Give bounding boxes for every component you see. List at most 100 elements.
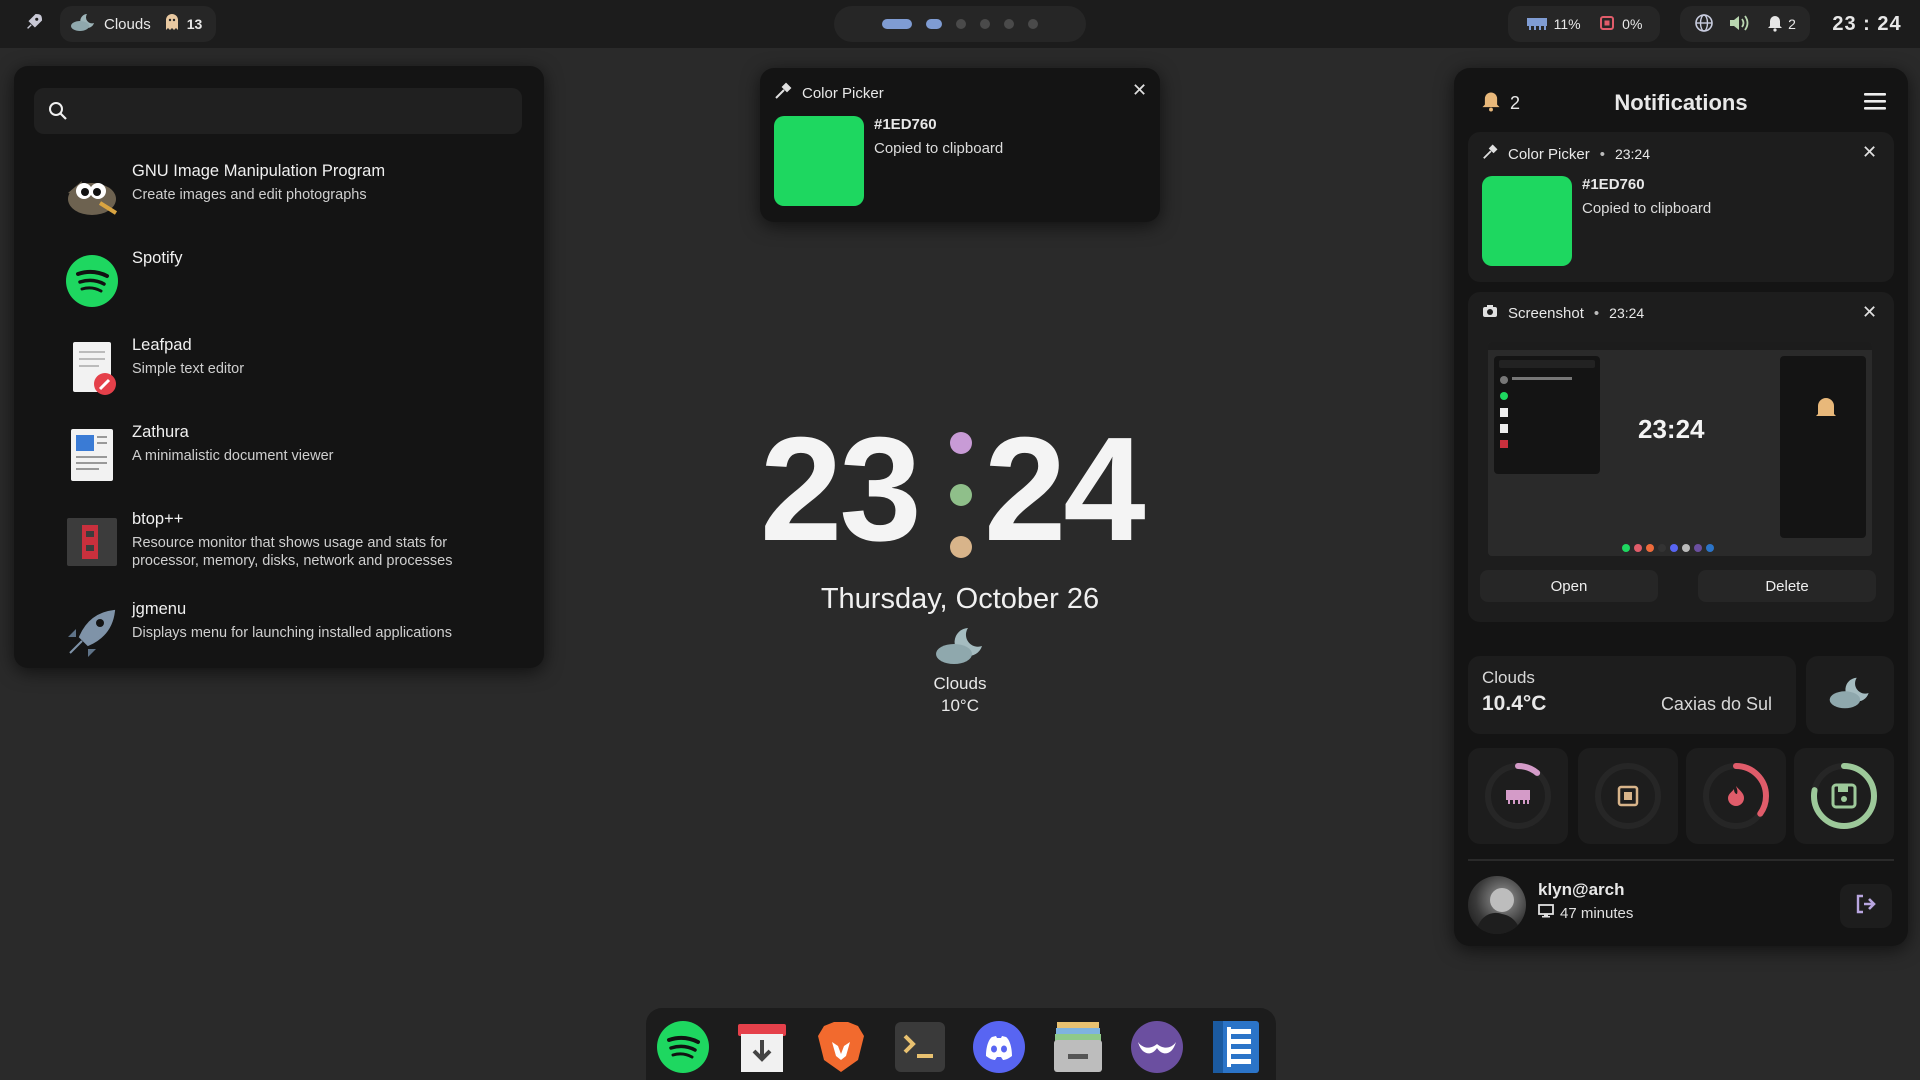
menu-icon[interactable] (1864, 92, 1886, 115)
color-swatch (774, 116, 864, 206)
text-editor-icon[interactable] (1209, 1020, 1263, 1074)
color-picker-popup: Color Picker ✕ #1ED760 Copied to clipboa… (760, 68, 1160, 222)
app-name: Spotify (132, 249, 183, 267)
card-header: Color Picker • 23:24 (1482, 144, 1650, 164)
app-description: Resource monitor that shows usage and st… (132, 535, 453, 569)
desktop-weather-condition: Clouds (933, 674, 987, 693)
files-icon[interactable] (1051, 1020, 1105, 1074)
weather-card[interactable]: Clouds 10.4°C Caxias do Sul (1468, 656, 1796, 734)
system-stats: 11% 0% (1508, 6, 1660, 42)
workspace-3[interactable] (956, 19, 966, 29)
workspace-2[interactable] (926, 19, 942, 29)
app-item-jgmenu[interactable]: jgmenu Displays menu for launching insta… (44, 600, 524, 680)
cpu-gauge-ring (1595, 763, 1661, 829)
colon-dot-bottom (950, 536, 972, 558)
cloud-moon-icon (934, 626, 986, 671)
clock-minutes: 24 (984, 407, 1146, 572)
search-icon (48, 101, 68, 126)
colon-dot-top (950, 432, 972, 454)
workspace-4[interactable] (980, 19, 990, 29)
hex-value: #1ED760 (874, 116, 937, 133)
app-item-gimp[interactable]: GNU Image Manipulation Program Create im… (44, 162, 524, 242)
ram-stat: 11% (1526, 15, 1581, 34)
weather-condition: Clouds (1482, 668, 1535, 687)
delete-button[interactable]: Delete (1698, 570, 1876, 602)
app-description: Create images and edit photographs (132, 187, 367, 203)
volume-icon[interactable] (1728, 13, 1752, 36)
app-launcher-button[interactable] (14, 6, 54, 42)
close-icon[interactable]: ✕ (1862, 302, 1877, 323)
notification-center: 2 Notifications Color Picker • 23:24 ✕ #… (1454, 68, 1908, 946)
app-item-zathura[interactable]: Zathura A minimalistic document viewer (44, 423, 524, 503)
uptime-text: 47 minutes (1560, 904, 1634, 922)
app-description: Displays menu for launching installed ap… (132, 625, 452, 641)
app-description: Simple text editor (132, 361, 245, 377)
app-name: Leafpad (132, 336, 192, 354)
app-name: btop++ (132, 510, 184, 528)
memory-icon (1526, 15, 1548, 34)
app-item-spotify[interactable]: Spotify (44, 249, 524, 329)
cpu-icon (1617, 785, 1639, 807)
app-name: jgmenu (132, 600, 187, 618)
app-item-btop[interactable]: btop++ Resource monitor that shows usage… (44, 510, 524, 590)
discord-icon[interactable] (972, 1020, 1026, 1074)
card-time: 23:24 (1614, 146, 1650, 162)
cpu-icon (1598, 14, 1616, 35)
top-bar: Clouds 13 11% 0% 2 23: 24 (0, 0, 1920, 48)
ram-percent: 11% (1553, 16, 1581, 32)
brave-icon[interactable] (814, 1020, 868, 1074)
workspace-5[interactable] (1004, 19, 1014, 29)
app-launcher: GNU Image Manipulation Program Create im… (14, 66, 544, 668)
search-input[interactable] (34, 88, 522, 134)
logout-button[interactable] (1840, 884, 1892, 928)
notification-card-color-picker: Color Picker • 23:24 ✕ #1ED760 Copied to… (1468, 132, 1894, 282)
topbar-clock[interactable]: 23 : 24 (1822, 6, 1912, 42)
popup-header: Color Picker (774, 82, 884, 104)
spotify-icon[interactable] (656, 1020, 710, 1074)
ghost-icon (165, 13, 179, 35)
close-icon[interactable]: ✕ (1862, 142, 1877, 163)
clock-hours: 23 (760, 407, 922, 572)
gimp-icon (64, 166, 120, 222)
workspace-1[interactable] (882, 19, 912, 29)
notification-indicator[interactable]: 2 (1766, 14, 1796, 35)
separator-dot: • (1599, 145, 1605, 163)
open-button[interactable]: Open (1480, 570, 1658, 602)
save-icon (1831, 783, 1857, 809)
btop-icon (64, 514, 120, 570)
mustache-app-icon[interactable] (1130, 1020, 1184, 1074)
app-name: GNU Image Manipulation Program (132, 162, 386, 180)
temperature-gauge-ring (1703, 763, 1769, 829)
workspace-6[interactable] (1028, 19, 1038, 29)
weather-city: Caxias do Sul (1660, 694, 1772, 714)
screenshot-thumbnail[interactable]: 23:24 (1488, 342, 1872, 556)
card-time: 23:24 (1609, 305, 1645, 321)
notification-count: 2 (1788, 16, 1796, 32)
cpu-gauge[interactable] (1578, 748, 1678, 844)
temperature-gauge[interactable] (1686, 748, 1786, 844)
weather-widget[interactable]: Clouds 13 (60, 6, 216, 42)
close-icon[interactable]: ✕ (1132, 80, 1147, 101)
globe-icon[interactable] (1694, 13, 1714, 36)
color-swatch (1482, 176, 1572, 266)
camera-icon (1482, 304, 1498, 322)
package-manager-icon[interactable] (735, 1020, 789, 1074)
notification-message: Copied to clipboard (1582, 200, 1712, 217)
card-header: Screenshot • 23:24 (1482, 304, 1644, 322)
disk-gauge[interactable] (1794, 748, 1894, 844)
cloud-moon-icon (1828, 676, 1872, 715)
bell-icon (1766, 14, 1784, 35)
logout-icon (1854, 893, 1878, 920)
eyedropper-icon (774, 82, 792, 104)
app-item-leafpad[interactable]: Leafpad Simple text editor (44, 336, 524, 416)
zathura-icon (64, 427, 120, 483)
workspace-indicator (834, 6, 1086, 42)
spotify-icon (64, 253, 120, 309)
hex-value: #1ED760 (1582, 176, 1645, 193)
username: klyn@arch (1538, 880, 1625, 899)
terminal-icon[interactable] (893, 1020, 947, 1074)
weather-icon-card[interactable] (1806, 656, 1894, 734)
ram-gauge[interactable] (1468, 748, 1568, 844)
card-app-name: Color Picker (1508, 145, 1590, 163)
popup-title: Color Picker (802, 84, 884, 102)
